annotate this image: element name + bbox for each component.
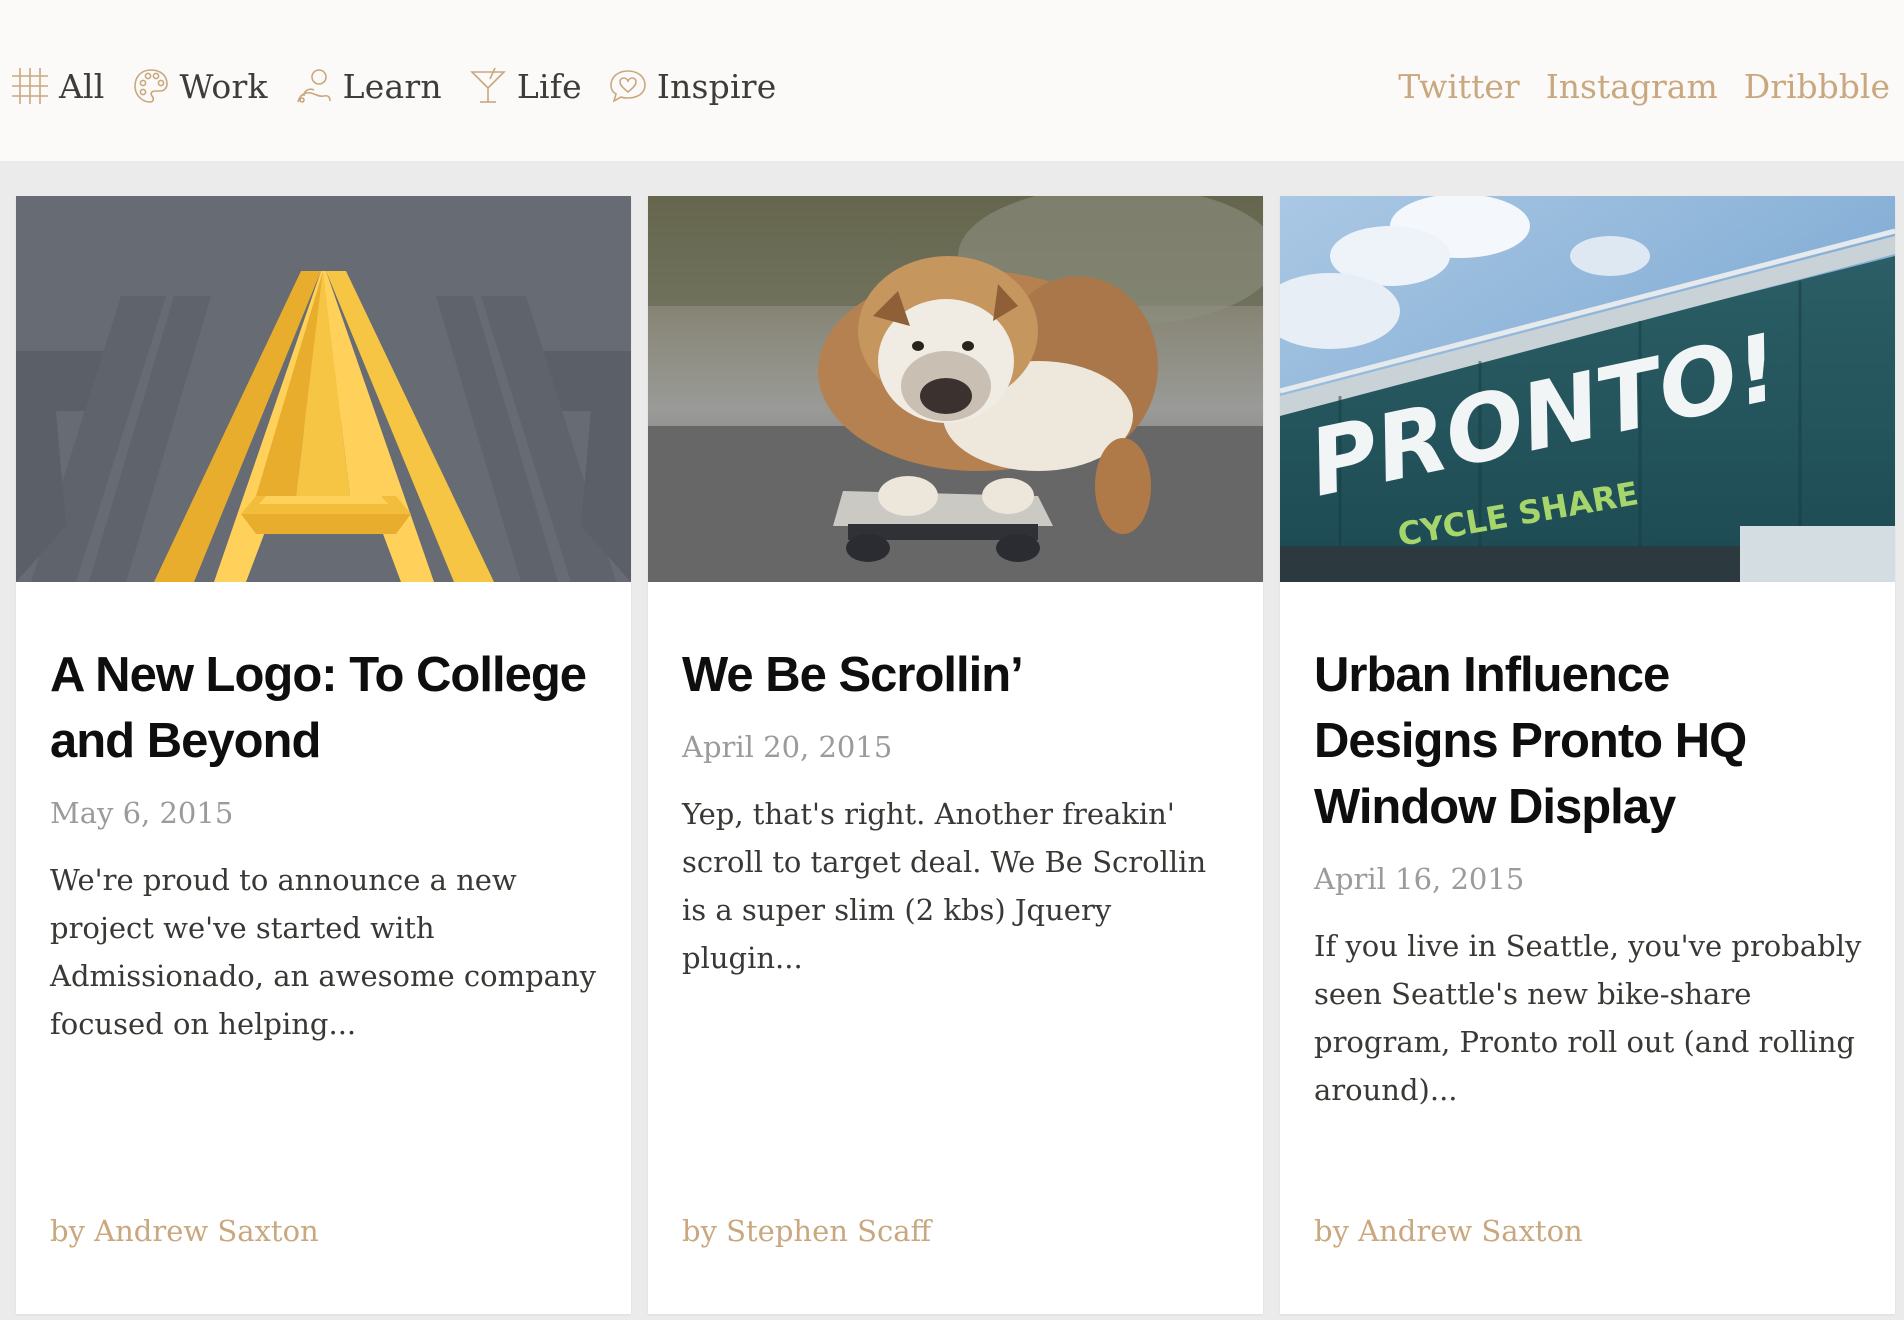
post-author[interactable]: by Stephen Scaff — [682, 1214, 931, 1248]
nav-item-work[interactable]: Work — [131, 66, 268, 106]
post-author[interactable]: by Andrew Saxton — [50, 1214, 319, 1248]
post-date: April 16, 2015 — [1314, 862, 1525, 896]
post-excerpt: If you live in Seattle, you've probably … — [1314, 929, 1862, 1107]
header-bar: All Work Learn Life Inspire Twitter Inst… — [0, 0, 1904, 161]
nav-label-inspire: Inspire — [656, 66, 777, 106]
pronto-sign-photo: PRONTO! CYCLE SHARE — [1280, 196, 1895, 582]
post-body: We Be Scrollin’ April 20, 2015 Yep, that… — [682, 642, 1233, 982]
post-title[interactable]: Urban Influence Designs Pronto HQ Window… — [1314, 642, 1865, 840]
nav-item-inspire[interactable]: Inspire — [608, 66, 777, 106]
post-card[interactable]: A New Logo: To College and Beyond May 6,… — [16, 196, 631, 1314]
grid-icon — [10, 66, 50, 106]
nav-label-learn: Learn — [342, 66, 442, 106]
nav-label-work: Work — [179, 66, 268, 106]
palette-icon — [131, 66, 171, 106]
twitter-link[interactable]: Twitter — [1398, 67, 1519, 106]
post-date: May 6, 2015 — [50, 796, 234, 830]
dribbble-link[interactable]: Dribbble — [1744, 67, 1890, 106]
post-date: April 20, 2015 — [682, 730, 893, 764]
nav-label-all: All — [59, 66, 105, 106]
post-title[interactable]: A New Logo: To College and Beyond — [50, 642, 601, 774]
post-thumbnail[interactable]: PRONTO! CYCLE SHARE — [1280, 196, 1895, 582]
post-body: Urban Influence Designs Pronto HQ Window… — [1314, 642, 1865, 1114]
post-excerpt: We're proud to announce a new project we… — [50, 863, 597, 1041]
admissionado-logo-image — [16, 196, 631, 582]
post-card[interactable]: We Be Scrollin’ April 20, 2015 Yep, that… — [648, 196, 1263, 1314]
social-links: Twitter Instagram Dribbble — [1372, 62, 1890, 110]
nav-item-life[interactable]: Life — [468, 66, 582, 106]
post-body: A New Logo: To College and Beyond May 6,… — [50, 642, 601, 1048]
instagram-link[interactable]: Instagram — [1546, 67, 1718, 106]
post-card[interactable]: PRONTO! CYCLE SHARE Urban Influence Desi… — [1280, 196, 1895, 1314]
post-author[interactable]: by Andrew Saxton — [1314, 1214, 1583, 1248]
post-grid: A New Logo: To College and Beyond May 6,… — [16, 196, 1896, 1316]
heart-bubble-icon — [608, 66, 648, 106]
nav-item-all[interactable]: All — [10, 66, 105, 106]
cocktail-icon — [468, 66, 508, 106]
nav-label-life: Life — [516, 66, 582, 106]
category-nav: All Work Learn Life Inspire — [10, 62, 802, 110]
post-title[interactable]: We Be Scrollin’ — [682, 642, 1233, 708]
post-thumbnail[interactable] — [648, 196, 1263, 582]
skateboarding-bulldog-photo — [648, 196, 1263, 582]
nav-item-learn[interactable]: Learn — [294, 66, 442, 106]
post-excerpt: Yep, that's right. Another freakin' scro… — [682, 797, 1207, 975]
baby-icon — [294, 66, 334, 106]
post-thumbnail[interactable] — [16, 196, 631, 582]
